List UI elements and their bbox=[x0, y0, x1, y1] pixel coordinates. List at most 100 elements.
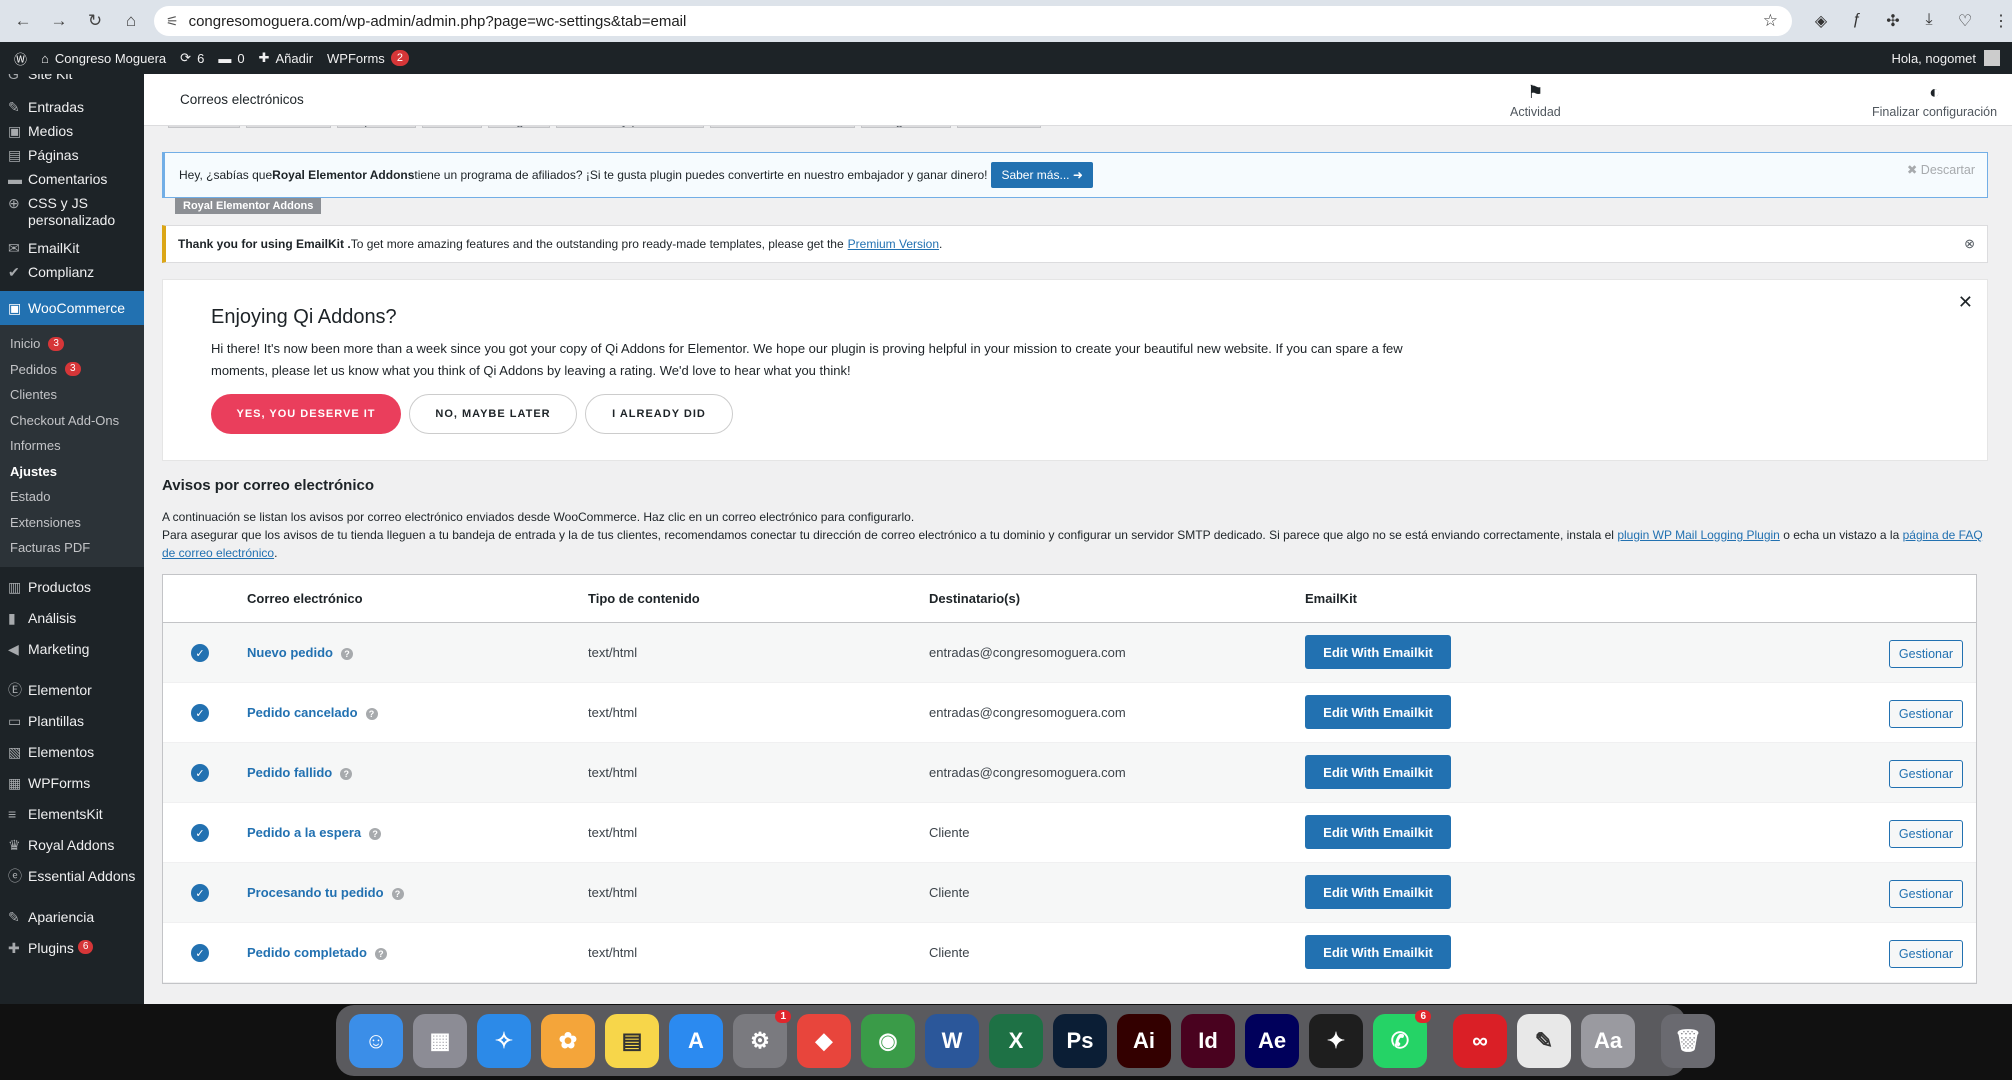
edit-with-emailkit-button[interactable]: Edit With Emailkit bbox=[1305, 935, 1451, 969]
help-icon[interactable]: ? bbox=[374, 948, 387, 960]
edit-with-emailkit-button[interactable]: Edit With Emailkit bbox=[1305, 875, 1451, 909]
sidebar-item-marketing[interactable]: ◀ Marketing bbox=[0, 641, 144, 658]
photos-icon[interactable]: ✿ bbox=[541, 1013, 595, 1068]
premium-version-link[interactable]: Premium Version bbox=[848, 237, 939, 251]
activity-button[interactable]: ⚑ Actividad bbox=[1510, 82, 1561, 119]
sidebar-item-plugins[interactable]: ✚ Plugins 6 bbox=[0, 939, 144, 957]
submenu-item-extensiones[interactable]: Extensiones bbox=[0, 510, 144, 536]
wp-logo-icon[interactable]: Ⓦ bbox=[14, 49, 27, 68]
help-icon[interactable]: ? bbox=[391, 888, 404, 900]
email-name-link[interactable]: Pedido a la espera? bbox=[247, 825, 382, 840]
submenu-item-pedidos[interactable]: Pedidos 3 bbox=[0, 357, 144, 383]
safari-icon[interactable]: ✧ bbox=[477, 1013, 531, 1068]
sidebar-item-plantillas[interactable]: ▭ Plantillas bbox=[0, 713, 144, 730]
email-name-link[interactable]: Pedido cancelado? bbox=[247, 705, 378, 720]
finder-icon[interactable]: ☺ bbox=[349, 1013, 403, 1068]
maybe-later-button[interactable]: NO, MAYBE LATER bbox=[409, 394, 577, 434]
trash-icon[interactable]: 🗑 bbox=[1661, 1013, 1715, 1068]
edit-with-emailkit-button[interactable]: Edit With Emailkit bbox=[1305, 815, 1451, 849]
bookmark-star-icon[interactable]: ☆ bbox=[1763, 11, 1778, 31]
finish-setup-button[interactable]: ◐ Finalizar configuración bbox=[1872, 82, 1997, 119]
email-name-link[interactable]: Pedido completado? bbox=[247, 945, 387, 960]
learn-more-button[interactable]: Saber más... ➜ bbox=[991, 162, 1093, 188]
submenu-item-ajustes[interactable]: Ajustes bbox=[0, 459, 144, 485]
sidebar-item-elementor[interactable]: Ⓔ Elementor bbox=[0, 682, 144, 699]
manage-button[interactable]: Gestionar bbox=[1889, 820, 1963, 848]
email-name-link[interactable]: Pedido fallido? bbox=[247, 765, 353, 780]
sidebar-item-entradas[interactable]: ✎ Entradas bbox=[0, 99, 144, 116]
manage-button[interactable]: Gestionar bbox=[1889, 760, 1963, 788]
word-icon[interactable]: W bbox=[925, 1013, 979, 1068]
submenu-item-estado[interactable]: Estado bbox=[0, 484, 144, 510]
extension-icon[interactable]: ƒ bbox=[1846, 11, 1868, 31]
edit-with-emailkit-button[interactable]: Edit With Emailkit bbox=[1305, 755, 1451, 789]
help-icon[interactable]: ? bbox=[365, 708, 378, 720]
photoshop-icon[interactable]: Ps bbox=[1053, 1013, 1107, 1068]
close-icon[interactable]: ✕ bbox=[1958, 292, 1973, 313]
home-icon[interactable]: ⌂ bbox=[116, 6, 146, 36]
sidebar-item-site-kit[interactable]: G Site Kit bbox=[0, 74, 144, 83]
updates-link[interactable]: ⟳ 6 bbox=[180, 50, 204, 66]
sidebar-item-productos[interactable]: ▥ Productos bbox=[0, 579, 144, 596]
comments-link[interactable]: ▬ 0 bbox=[218, 51, 244, 66]
sidebar-item-royal-addons[interactable]: ♛ Royal Addons bbox=[0, 837, 144, 854]
sidebar-item-woocommerce[interactable]: ▣ WooCommerce bbox=[0, 291, 144, 325]
submenu-item-facturas-pdf[interactable]: Facturas PDF bbox=[0, 535, 144, 561]
email-name-link[interactable]: Procesando tu pedido? bbox=[247, 885, 404, 900]
launchpad-icon[interactable]: ▦ bbox=[413, 1013, 467, 1068]
submenu-item-informes[interactable]: Informes bbox=[0, 433, 144, 459]
indesign-icon[interactable]: Id bbox=[1181, 1013, 1235, 1068]
email-name-link[interactable]: Nuevo pedido? bbox=[247, 645, 353, 660]
new-content-link[interactable]: ✚ Añadir bbox=[259, 50, 313, 66]
font-book-icon[interactable]: Aa bbox=[1581, 1013, 1635, 1068]
reload-icon[interactable]: ↻ bbox=[80, 6, 110, 36]
wp-mail-logging-link[interactable]: plugin WP Mail Logging Plugin bbox=[1617, 528, 1780, 542]
help-icon[interactable]: ? bbox=[340, 768, 353, 780]
edit-with-emailkit-button[interactable]: Edit With Emailkit bbox=[1305, 635, 1451, 669]
shield-icon[interactable]: ♡ bbox=[1954, 11, 1976, 31]
help-icon[interactable]: ? bbox=[340, 648, 353, 660]
figma-icon[interactable]: ✦ bbox=[1309, 1013, 1363, 1068]
manage-button[interactable]: Gestionar bbox=[1889, 700, 1963, 728]
site-name-link[interactable]: ⌂ Congreso Moguera bbox=[41, 51, 166, 66]
close-icon[interactable]: ⊗ bbox=[1964, 236, 1975, 252]
submenu-item-inicio[interactable]: Inicio 3 bbox=[0, 331, 144, 357]
sidebar-item-elementos[interactable]: ▧ Elementos bbox=[0, 744, 144, 761]
chrome-icon[interactable]: ◉ bbox=[861, 1013, 915, 1068]
sidebar-item-complianz[interactable]: ✔ Complianz bbox=[0, 264, 144, 281]
submenu-item-clientes[interactable]: Clientes bbox=[0, 382, 144, 408]
excel-icon[interactable]: X bbox=[989, 1013, 1043, 1068]
menu-icon[interactable]: ⋮ bbox=[1990, 11, 2012, 31]
system-settings-icon[interactable]: ⚙ 1 bbox=[733, 1009, 791, 1068]
sidebar-item-medios[interactable]: ▣ Medios bbox=[0, 123, 144, 140]
download-icon[interactable]: ⤓ bbox=[1918, 11, 1940, 31]
manage-button[interactable]: Gestionar bbox=[1889, 640, 1963, 668]
anydesk-icon[interactable]: ◆ bbox=[797, 1013, 851, 1068]
sidebar-item-p-ginas[interactable]: ▤ Páginas bbox=[0, 147, 144, 164]
puzzle-icon[interactable]: ✣ bbox=[1882, 11, 1904, 31]
sidebar-item-comentarios[interactable]: ▬ Comentarios bbox=[0, 171, 144, 188]
sidebar-item-essential-addons[interactable]: ⓔ Essential Addons bbox=[0, 868, 144, 885]
edit-with-emailkit-button[interactable]: Edit With Emailkit bbox=[1305, 695, 1451, 729]
dismiss-button[interactable]: ✖ Descartar bbox=[1907, 162, 1975, 177]
site-info-icon[interactable]: ⚟ bbox=[166, 13, 179, 30]
textedit-icon[interactable]: ✎ bbox=[1517, 1013, 1571, 1068]
illustrator-icon[interactable]: Ai bbox=[1117, 1013, 1171, 1068]
manage-button[interactable]: Gestionar bbox=[1889, 880, 1963, 908]
app-store-icon[interactable]: A bbox=[669, 1013, 723, 1068]
submenu-item-checkout-add-ons[interactable]: Checkout Add-Ons bbox=[0, 408, 144, 434]
creative-cloud-icon[interactable]: ∞ bbox=[1453, 1013, 1507, 1068]
back-icon[interactable]: ← bbox=[8, 6, 38, 36]
wpforms-link[interactable]: WPForms 2 bbox=[327, 50, 409, 66]
address-bar[interactable]: ⚟ congresomoguera.com/wp-admin/admin.php… bbox=[154, 6, 1792, 36]
sidebar-item-css-y-js-personalizado[interactable]: ⊕ CSS y JS personalizado bbox=[0, 195, 144, 229]
already-did-button[interactable]: I ALREADY DID bbox=[585, 394, 733, 434]
account-menu[interactable]: Hola, nogomet bbox=[1891, 50, 2000, 66]
help-icon[interactable]: ? bbox=[369, 828, 382, 840]
sidebar-item-apariencia[interactable]: ✎ Apariencia bbox=[0, 909, 144, 926]
notes-icon[interactable]: ▤ bbox=[605, 1013, 659, 1068]
forward-icon[interactable]: → bbox=[44, 6, 74, 36]
manage-button[interactable]: Gestionar bbox=[1889, 940, 1963, 968]
after-effects-icon[interactable]: Ae bbox=[1245, 1013, 1299, 1068]
sidebar-item-elementskit[interactable]: ≡ ElementsKit bbox=[0, 806, 144, 823]
